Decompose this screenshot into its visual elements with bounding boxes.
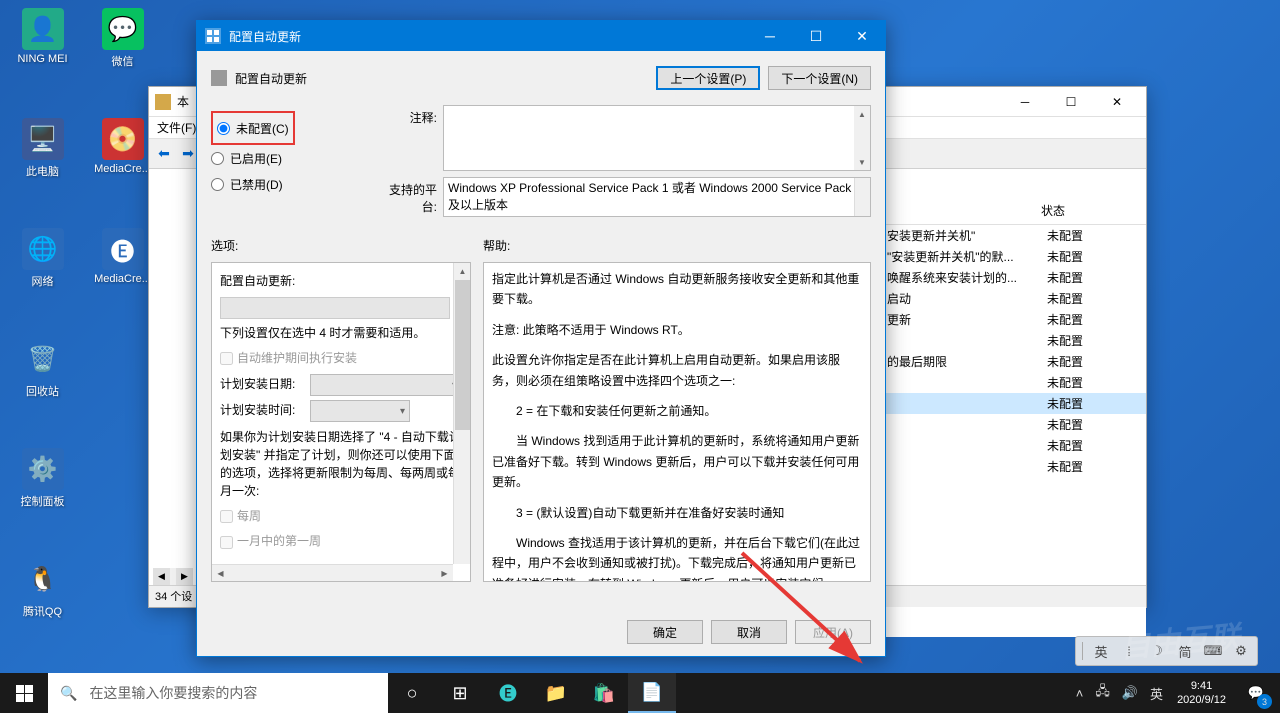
options-pane: 配置自动更新: 下列设置仅在选中 4 时才需要和适用。 自动维护期间执行安装 计… bbox=[211, 262, 471, 582]
list-item[interactable]: 未配置 bbox=[881, 456, 1146, 477]
list-item[interactable]: 安装更新并关机"未配置 bbox=[881, 225, 1146, 246]
store-icon[interactable]: 🛍️ bbox=[580, 673, 628, 713]
menu-file[interactable]: 文件(F) bbox=[157, 119, 196, 136]
help-text: 当 Windows 找到适用于此计算机的更新时，系统将通知用户更新已准备好下载。… bbox=[492, 431, 862, 492]
platform-label: 支持的平台: bbox=[381, 177, 443, 217]
taskbar-clock[interactable]: 9:41 2020/9/12 bbox=[1169, 679, 1234, 708]
back-icon[interactable]: ⬅ bbox=[153, 143, 175, 165]
dlg-minimize-button[interactable]: ─ bbox=[747, 21, 793, 51]
highlight-box: 未配置(C) bbox=[211, 111, 295, 145]
desktop-icon-recycle[interactable]: 🗑️回收站 bbox=[5, 338, 80, 399]
install-time-select[interactable] bbox=[310, 400, 410, 422]
search-box[interactable]: 🔍 在这里输入你要搜索的内容 bbox=[48, 673, 388, 713]
list-item[interactable]: 未配置 bbox=[881, 435, 1146, 456]
dialog-titlebar[interactable]: 配置自动更新 ─ ☐ ✕ bbox=[197, 21, 885, 51]
close-button[interactable]: ✕ bbox=[1094, 87, 1140, 117]
desktop-icon-wechat[interactable]: 💬微信 bbox=[85, 8, 160, 69]
help-pane[interactable]: 指定此计算机是否通过 Windows 自动更新服务接收安全更新和其他重要下载。 … bbox=[483, 262, 871, 582]
help-text: 2 = 在下载和安装任何更新之前通知。 bbox=[492, 401, 862, 421]
gpedit-list-pane: 状态 安装更新并关机"未配置"安装更新并关机"的默...未配置唤醒系统来安装计划… bbox=[881, 197, 1146, 637]
desktop-icon-ningmei[interactable]: 👤NING MEI bbox=[5, 8, 80, 65]
options-hscrollbar[interactable]: ◀▶ bbox=[212, 564, 453, 581]
opt-config-title: 配置自动更新: bbox=[220, 271, 462, 293]
radio-not-configured[interactable]: 未配置(C) bbox=[217, 115, 289, 141]
cancel-button[interactable]: 取消 bbox=[711, 620, 787, 644]
ok-button[interactable]: 确定 bbox=[627, 620, 703, 644]
apply-button[interactable]: 应用(A) bbox=[795, 620, 871, 644]
next-setting-button[interactable]: 下一个设置(N) bbox=[768, 66, 871, 90]
chk-first-week[interactable]: 一月中的第一周 bbox=[220, 531, 462, 553]
help-text: Windows 查找适用于该计算机的更新，并在后台下载它们(在此过程中，用户不会… bbox=[492, 533, 862, 582]
list-item[interactable]: 未配置 bbox=[881, 414, 1146, 435]
policy-icon bbox=[205, 28, 221, 44]
install-day-select[interactable] bbox=[310, 374, 462, 396]
action-center-icon[interactable]: 💬3 bbox=[1234, 673, 1278, 713]
desktop-icon-control-panel[interactable]: ⚙️控制面板 bbox=[5, 448, 80, 509]
dialog-header-title: 配置自动更新 bbox=[235, 70, 656, 87]
tray-expand-icon[interactable]: ˄ bbox=[1070, 673, 1090, 713]
column-header-state[interactable]: 状态 bbox=[881, 197, 1146, 225]
ime-lang[interactable]: 英 bbox=[1091, 642, 1111, 661]
help-text: 注意: 此策略不适用于 Windows RT。 bbox=[492, 320, 862, 340]
list-item[interactable]: "安装更新并关机"的默...未配置 bbox=[881, 246, 1146, 267]
list-item[interactable]: 启动未配置 bbox=[881, 288, 1146, 309]
radio-disabled[interactable]: 已禁用(D) bbox=[211, 171, 381, 197]
list-item[interactable]: 唤醒系统来安装计划的...未配置 bbox=[881, 267, 1146, 288]
config-auto-update-dialog: 配置自动更新 ─ ☐ ✕ 配置自动更新 上一个设置(P) 下一个设置(N) 未配… bbox=[196, 20, 886, 657]
opt-note: 下列设置仅在选中 4 时才需要和适用。 bbox=[220, 323, 462, 345]
hscrollbar[interactable]: ◀▶ bbox=[153, 568, 193, 585]
platform-textarea[interactable]: Windows XP Professional Service Pack 1 或… bbox=[443, 177, 871, 217]
tray-network-icon[interactable]: 🖧 bbox=[1089, 673, 1116, 713]
maximize-button[interactable]: ☐ bbox=[1048, 87, 1094, 117]
cortana-icon[interactable]: ○ bbox=[388, 673, 436, 713]
opt-plan-para: 如果你为计划安装日期选择了 "4 - 自动下载计划安装" 并指定了计划，则你还可… bbox=[220, 428, 462, 500]
list-item[interactable]: 更新未配置 bbox=[881, 309, 1146, 330]
task-view-icon[interactable]: ⊞ bbox=[436, 673, 484, 713]
tray-ime-icon[interactable]: 英 bbox=[1144, 673, 1169, 713]
dlg-close-button[interactable]: ✕ bbox=[839, 21, 885, 51]
tray-volume-icon[interactable]: 🔊 bbox=[1116, 673, 1144, 713]
chk-weekly[interactable]: 每周 bbox=[220, 506, 462, 528]
desktop-icon-network[interactable]: 🌐网络 bbox=[5, 228, 80, 289]
install-day-label: 计划安装日期: bbox=[220, 374, 310, 396]
prev-setting-button[interactable]: 上一个设置(P) bbox=[656, 66, 760, 90]
desktop-icon-this-pc[interactable]: 🖥️此电脑 bbox=[5, 118, 80, 179]
radio-enabled[interactable]: 已启用(E) bbox=[211, 145, 381, 171]
comment-label: 注释: bbox=[381, 105, 443, 171]
dialog-title: 配置自动更新 bbox=[229, 28, 747, 45]
explorer-icon[interactable]: 📁 bbox=[532, 673, 580, 713]
minimize-button[interactable]: ─ bbox=[1002, 87, 1048, 117]
help-label: 帮助: bbox=[483, 237, 871, 254]
edge-icon[interactable]: 🅔 bbox=[484, 673, 532, 713]
system-tray: ˄ 🖧 🔊 英 9:41 2020/9/12 💬3 bbox=[1068, 673, 1280, 713]
dlg-maximize-button[interactable]: ☐ bbox=[793, 21, 839, 51]
list-item[interactable]: 未配置 bbox=[881, 330, 1146, 351]
notepad-icon bbox=[155, 94, 171, 110]
options-label: 选项: bbox=[211, 237, 471, 254]
taskbar: 🔍 在这里输入你要搜索的内容 ○ ⊞ 🅔 📁 🛍️ 📄 ˄ 🖧 🔊 英 9:41… bbox=[0, 673, 1280, 713]
config-select[interactable] bbox=[220, 297, 450, 319]
help-text: 3 = (默认设置)自动下载更新并在准备好安装时通知 bbox=[492, 503, 862, 523]
options-vscrollbar[interactable]: ▲ bbox=[453, 263, 470, 564]
comment-textarea[interactable]: ▲▼ bbox=[443, 105, 871, 171]
policy-small-icon bbox=[211, 70, 227, 86]
install-time-label: 计划安装时间: bbox=[220, 400, 310, 422]
list-item[interactable]: 未配置 bbox=[881, 372, 1146, 393]
chk-maintenance[interactable]: 自动维护期间执行安装 bbox=[220, 348, 462, 370]
search-placeholder: 在这里输入你要搜索的内容 bbox=[89, 683, 257, 703]
help-text: 指定此计算机是否通过 Windows 自动更新服务接收安全更新和其他重要下载。 bbox=[492, 269, 862, 310]
start-button[interactable] bbox=[0, 673, 48, 713]
help-text: 此设置允许你指定是否在此计算机上启用自动更新。如果启用该服务，则必须在组策略设置… bbox=[492, 350, 862, 391]
desktop-icon-qq[interactable]: 🐧腾讯QQ bbox=[5, 558, 80, 619]
notepad-taskbar-icon[interactable]: 📄 bbox=[628, 673, 676, 713]
list-item[interactable]: 的最后期限未配置 bbox=[881, 351, 1146, 372]
list-item[interactable]: 未配置 bbox=[881, 393, 1146, 414]
search-icon: 🔍 bbox=[60, 685, 77, 702]
